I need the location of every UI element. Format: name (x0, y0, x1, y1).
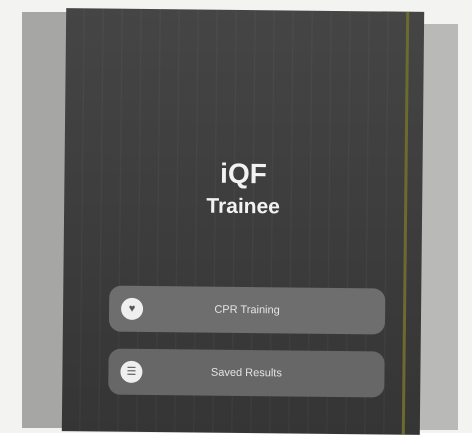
app-screen: iQF Trainee ♥ CPR Training ☰ Saved Resul… (61, 8, 425, 435)
screen-artifact-line (401, 11, 410, 435)
cpr-training-button[interactable]: ♥ CPR Training (108, 285, 386, 335)
title-block: iQF Trainee (64, 156, 423, 222)
saved-results-label: Saved Results (210, 366, 282, 380)
list-icon: ☰ (120, 360, 143, 383)
app-subtitle: Trainee (206, 194, 281, 219)
cpr-training-label: CPR Training (214, 303, 280, 317)
app-title: iQF (219, 157, 267, 190)
device-bezel-right (418, 24, 458, 430)
page-background: iQF Trainee ♥ CPR Training ☰ Saved Resul… (0, 0, 472, 435)
heart-icon: ♥ (120, 297, 144, 320)
saved-results-button[interactable]: ☰ Saved Results (108, 348, 385, 398)
